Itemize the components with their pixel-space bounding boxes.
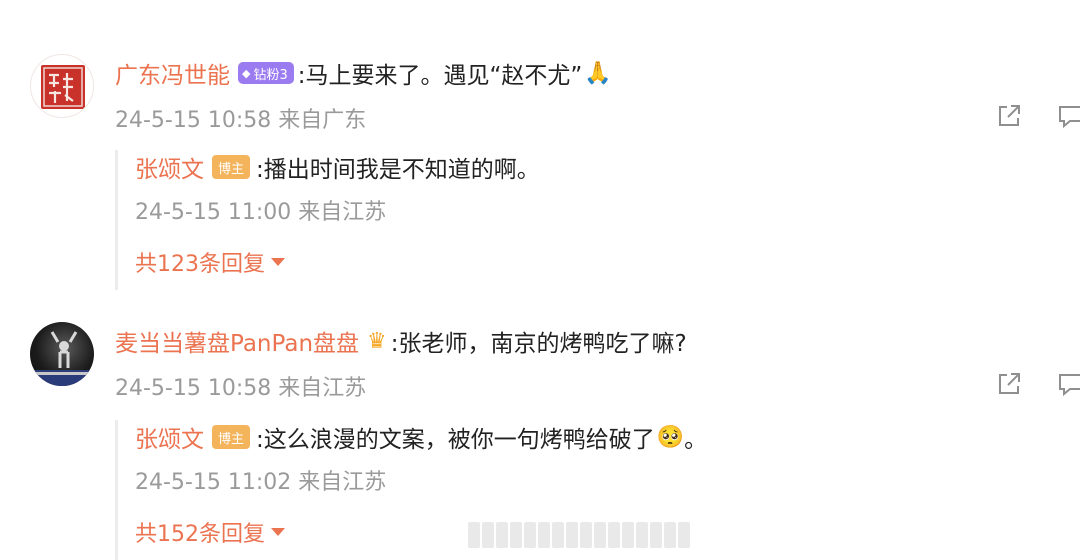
fan-badge-label: 钻粉3 [253, 67, 288, 83]
comment-header: 麦当当薯盘PanPan盘盘 ♛ :张老师，南京的烤鸭吃了嘛? [115, 324, 687, 358]
fan-badge[interactable]: ◆ 钻粉3 [238, 62, 294, 84]
comment-text: :张老师，南京的烤鸭吃了嘛? [390, 331, 687, 357]
reply-header: 张颂文 博主 :播出时间我是不知道的啊。 [135, 150, 815, 184]
host-badge: 博主 [212, 155, 251, 179]
crown-icon: ♛ [367, 328, 387, 354]
seal-avatar [41, 65, 85, 109]
username[interactable]: 麦当当薯盘PanPan盘盘 [115, 324, 359, 358]
chevron-down-icon [271, 528, 285, 536]
avatar[interactable] [30, 54, 94, 118]
reply-text: :播出时间我是不知道的啊。 [256, 157, 540, 183]
emoji-pray: 🙏 [584, 60, 612, 86]
reply-text: :这么浪漫的文案，被你一句烤鸭给破了 [256, 427, 655, 453]
comment-text: :马上要来了。遇见“赵不尤” [297, 63, 583, 89]
watermark-bars [468, 522, 690, 548]
more-replies-label: 共152条回复 [135, 522, 265, 547]
photo-avatar [30, 331, 94, 386]
reply-thread: 张颂文 博主 :播出时间我是不知道的啊。 24-5-15 11:00 来自江苏 … [115, 150, 815, 290]
reply-text-tail: 。 [684, 427, 708, 453]
comment-actions [995, 102, 1080, 130]
comment-icon[interactable] [1057, 102, 1080, 130]
comment-header: 广东冯世能 ◆ 钻粉3 :马上要来了。遇见“赵不尤” 🙏 [115, 56, 612, 90]
reply-thread: 张颂文 博主 :这么浪漫的文案，被你一句烤鸭给破了 🥺 。 24-5-15 11… [115, 420, 815, 560]
emoji-pleading: 🥺 [656, 424, 685, 450]
username[interactable]: 广东冯世能 [115, 56, 230, 90]
more-replies-label: 共123条回复 [135, 252, 265, 277]
comment-meta: 24-5-15 10:58 来自广东 [115, 108, 367, 133]
comment-meta: 24-5-15 10:58 来自江苏 [115, 376, 367, 401]
chevron-down-icon [271, 258, 285, 266]
comment-actions [995, 370, 1080, 398]
share-icon[interactable] [995, 370, 1023, 398]
reply-username[interactable]: 张颂文 [135, 150, 204, 184]
share-icon[interactable] [995, 102, 1023, 130]
comment-icon[interactable] [1057, 370, 1080, 398]
more-replies-link[interactable]: 共123条回复 [135, 246, 815, 278]
host-badge: 博主 [212, 425, 251, 449]
reply-meta: 24-5-15 11:00 来自江苏 [135, 200, 387, 225]
reply-meta: 24-5-15 11:02 来自江苏 [135, 470, 387, 495]
diamond-icon: ◆ [242, 66, 251, 80]
avatar[interactable] [30, 322, 94, 386]
reply-username[interactable]: 张颂文 [135, 420, 204, 454]
reply-header: 张颂文 博主 :这么浪漫的文案，被你一句烤鸭给破了 🥺 。 [135, 420, 815, 454]
